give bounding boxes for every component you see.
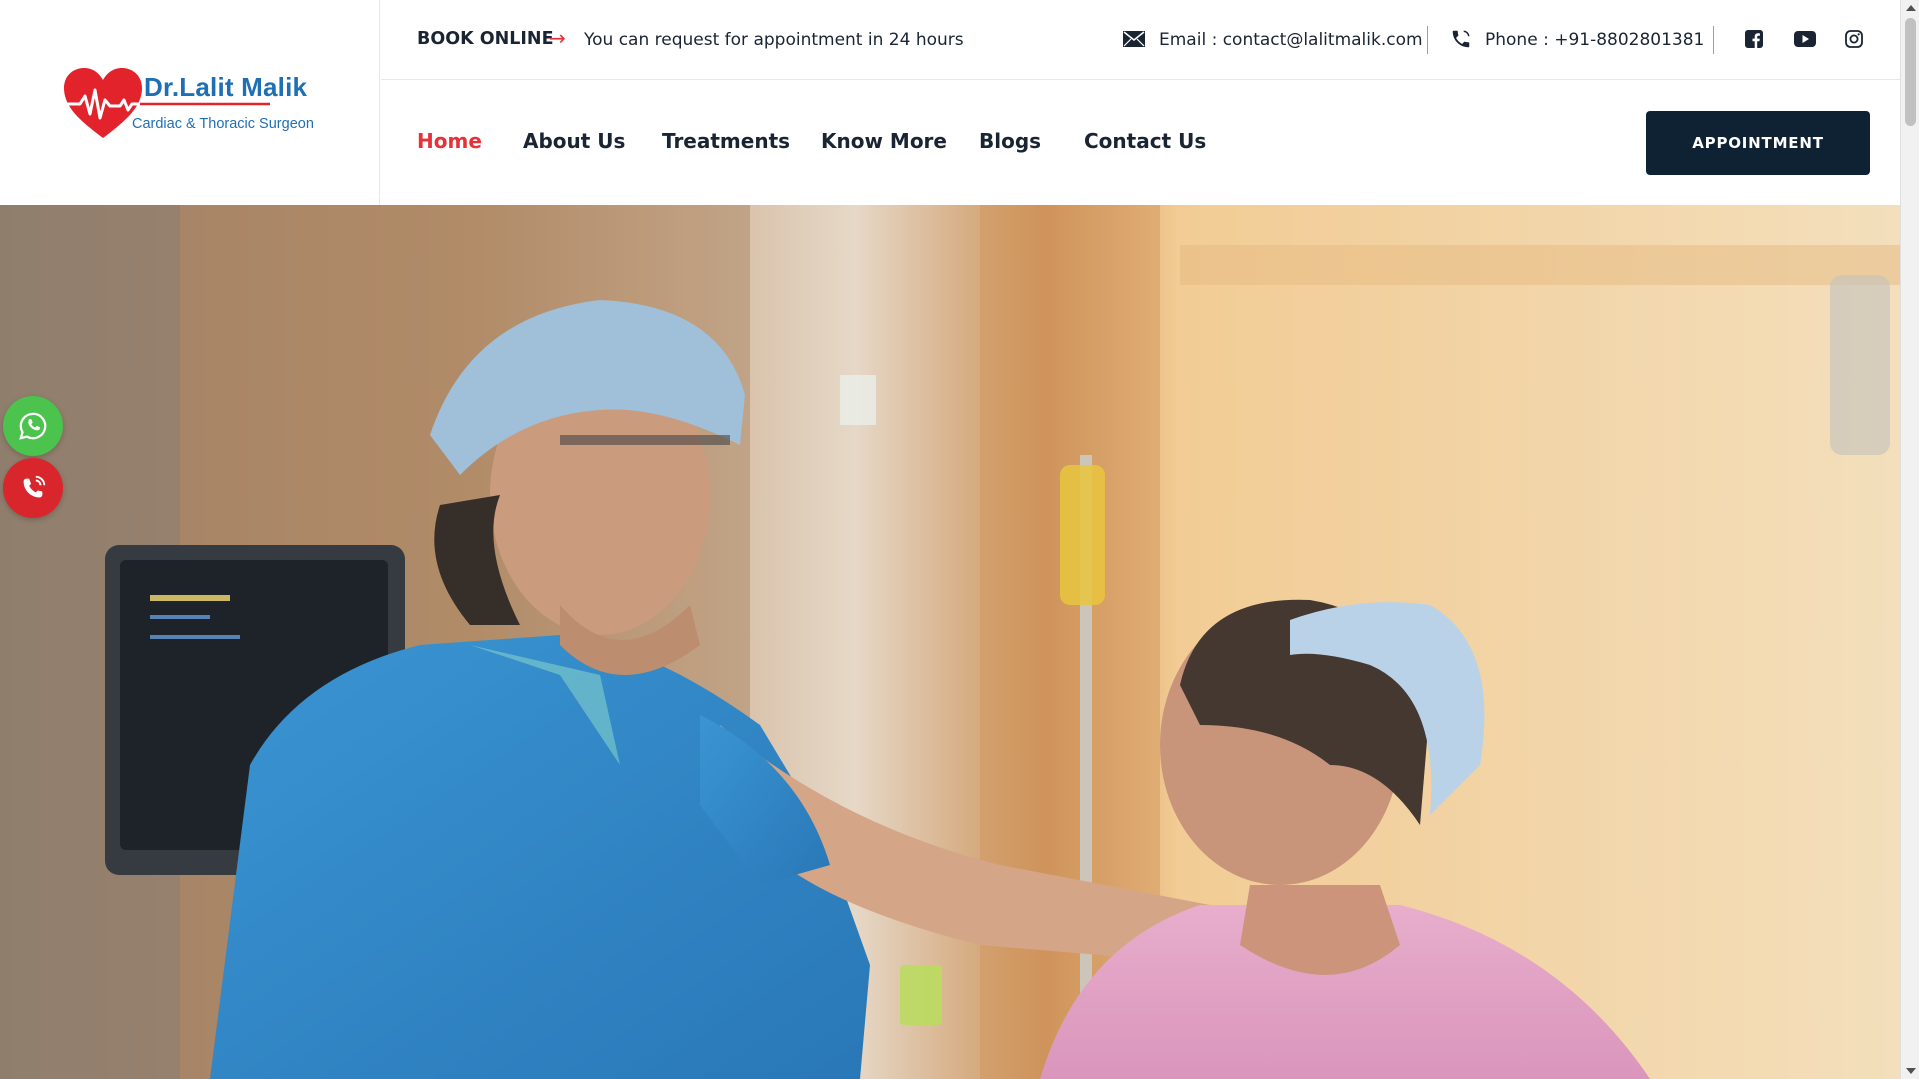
divider [1427,26,1428,54]
book-online-label[interactable]: BOOK ONLINE [417,29,554,49]
hero-image [0,205,1900,1079]
appointment-button[interactable]: APPOINTMENT [1646,111,1870,175]
book-online-text: You can request for appointment in 24 ho… [584,30,964,50]
scroll-thumb[interactable] [1905,18,1916,126]
envelope-icon [1123,31,1145,47]
main-nav: Home About Us Treatments Know More Blogs… [381,81,1900,205]
heartbeat-line [140,102,270,106]
nav-home[interactable]: Home [417,129,482,153]
nav-about-us[interactable]: About Us [523,129,625,153]
hero-photo-illustration [0,205,1900,1079]
call-button[interactable] [3,458,63,518]
arrow-right-icon: → [549,26,566,50]
divider [1713,26,1714,54]
whatsapp-button[interactable] [3,396,63,456]
facebook-icon[interactable] [1745,30,1763,48]
phone-link[interactable]: Phone : +91-8802801381 [1485,30,1704,50]
scroll-down-arrow[interactable] [1906,1068,1916,1074]
top-bar: BOOK ONLINE → You can request for appoin… [381,0,1900,80]
nav-contact-us[interactable]: Contact Us [1084,129,1206,153]
email-link[interactable]: Email : contact@lalitmalik.com [1159,30,1423,50]
nav-blogs[interactable]: Blogs [979,129,1041,153]
phone-ring-icon [23,475,46,498]
brand-name: Dr.Lalit Malik [144,72,308,102]
phone-icon [1452,30,1470,48]
scroll-up-arrow[interactable] [1906,5,1916,11]
page-scrollbar[interactable] [1900,0,1919,1079]
instagram-icon[interactable] [1845,30,1863,48]
whatsapp-icon [19,412,47,440]
nav-treatments[interactable]: Treatments [662,129,790,153]
brand-subtitle: Cardiac & Thoracic Surgeon [132,116,314,132]
logo-cell: Dr.Lalit Malik Cardiac & Thoracic Surgeo… [0,0,380,205]
site-header: Dr.Lalit Malik Cardiac & Thoracic Surgeo… [0,0,1900,205]
nav-know-more[interactable]: Know More [821,129,947,153]
site-logo[interactable]: Dr.Lalit Malik Cardiac & Thoracic Surgeo… [62,66,322,146]
youtube-icon[interactable] [1794,31,1816,47]
